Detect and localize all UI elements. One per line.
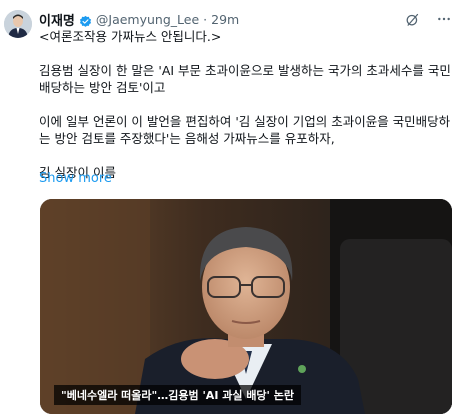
tweet-text: <여론조작용 가짜뉴스 안됩니다.> 김용범 실장이 한 말은 'AI 부문 초… <box>39 28 453 181</box>
tweet-header: 이재명 @Jaemyung_Lee · 29m <box>39 9 452 29</box>
grok-icon[interactable] <box>404 11 420 27</box>
author-handle[interactable]: @Jaemyung_Lee <box>96 12 199 27</box>
header-actions <box>404 11 452 27</box>
tweet-media-image[interactable]: "베네수엘라 떠올라"…김용범 'AI 과실 배당' 논란 <box>40 199 452 414</box>
media-caption: "베네수엘라 떠올라"…김용범 'AI 과실 배당' 논란 <box>54 385 301 405</box>
tweet-card: 이재명 @Jaemyung_Lee · 29m <여론조작용 가짜뉴스 안됩니다… <box>0 0 460 418</box>
news-photo <box>40 199 452 414</box>
author-name[interactable]: 이재명 <box>39 10 75 29</box>
avatar[interactable] <box>4 10 32 38</box>
tweet-paragraph: 이에 일부 언론이 이 발언을 편집하여 '김 실장이 기업의 초과이윤을 국민… <box>39 114 451 146</box>
tweet-paragraph: 김용범 실장이 한 말은 'AI 부문 초과이윤으로 발생하는 국가의 초과세수… <box>39 63 451 95</box>
more-options-icon[interactable] <box>436 11 452 27</box>
tweet-paragraph: <여론조작용 가짜뉴스 안됩니다.> <box>39 29 222 44</box>
verified-badge-icon <box>79 13 92 27</box>
timestamp[interactable]: 29m <box>211 12 239 27</box>
show-more-link[interactable]: Show more <box>39 171 112 186</box>
separator-dot: · <box>203 11 208 27</box>
